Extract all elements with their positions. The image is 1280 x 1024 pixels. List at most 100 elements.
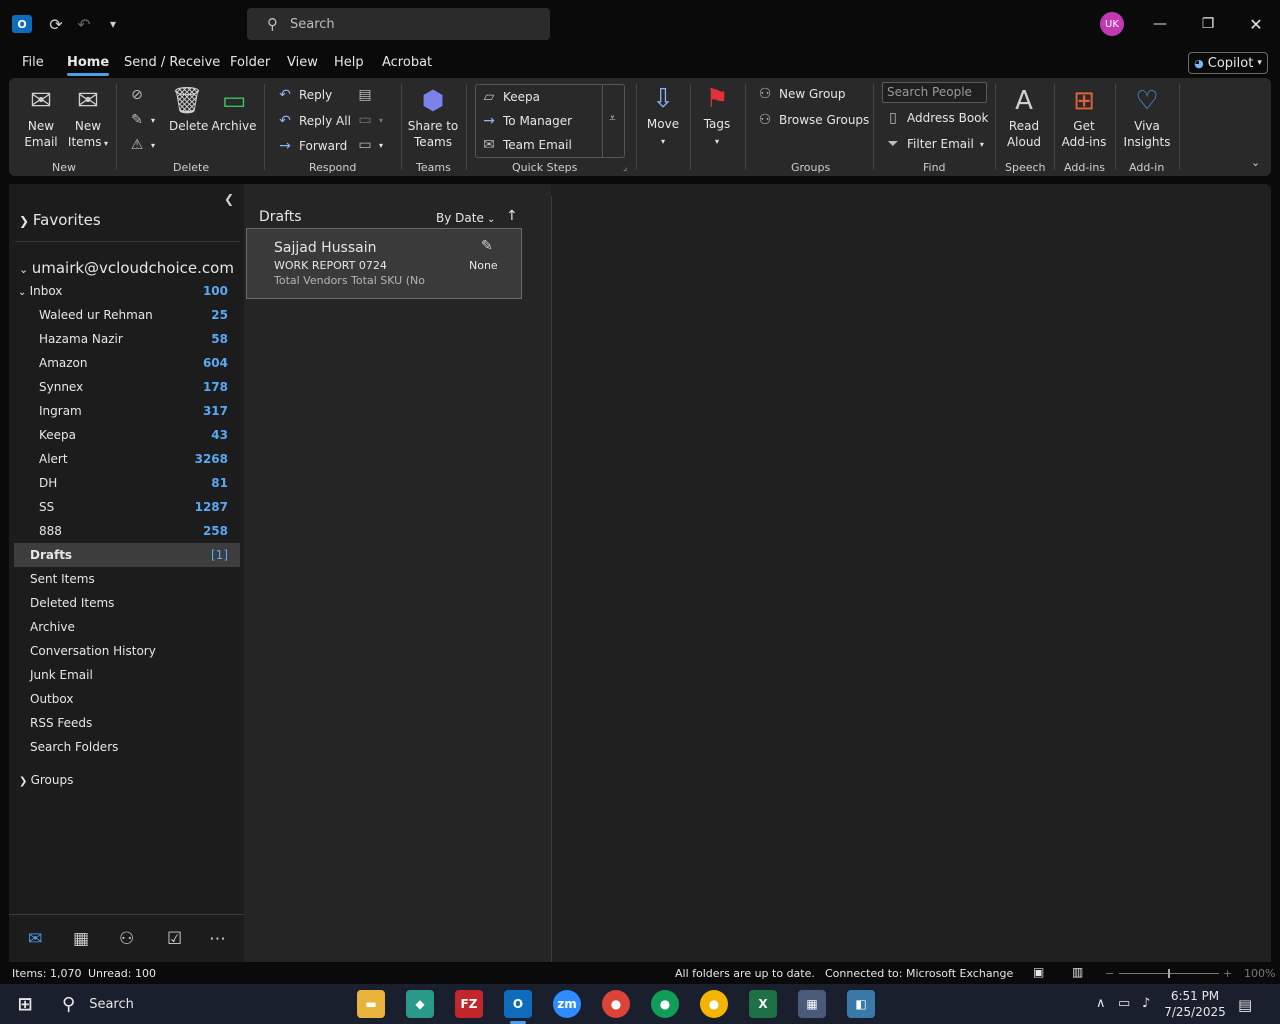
undo-icon[interactable]: ↶ <box>72 12 96 36</box>
quick-step-to-manager[interactable]: → To Manager <box>481 113 572 129</box>
search-input[interactable]: ⚲ Search <box>247 8 550 40</box>
delete-button[interactable]: 🗑 Delete <box>169 86 208 134</box>
app-icon[interactable]: ◆ <box>406 990 434 1018</box>
tab-send-receive[interactable]: Send / Receive <box>124 55 220 70</box>
mail-icon[interactable]: ✉ <box>28 929 42 949</box>
forward-button[interactable]: → Forward <box>277 138 347 154</box>
folder-item[interactable]: RSS Feeds <box>14 711 240 735</box>
folder-item[interactable]: Synnex 178 <box>14 375 240 399</box>
folder-item[interactable]: DH 81 <box>14 471 240 495</box>
ignore-button[interactable]: ⊘ <box>129 87 145 103</box>
folder-item[interactable]: Waleed ur Rehman 25 <box>14 303 240 327</box>
ribbon-expand-icon[interactable]: ⌄ <box>1251 156 1260 169</box>
tasks-icon[interactable]: ☑ <box>167 929 182 949</box>
folder-item[interactable]: Outbox <box>14 687 240 711</box>
folder-item[interactable]: Alert 3268 <box>14 447 240 471</box>
filezilla-icon[interactable]: FZ <box>455 990 483 1018</box>
restore-icon[interactable]: ❐ <box>1196 12 1220 36</box>
search-people-input[interactable]: Search People <box>882 82 987 103</box>
chrome-icon[interactable]: ● <box>700 990 728 1018</box>
folder-item[interactable]: Search Folders <box>14 735 240 759</box>
folder-item[interactable]: Deleted Items <box>14 591 240 615</box>
taskbar-search[interactable]: ⚲ Search <box>62 994 134 1015</box>
notifications-icon[interactable]: ▤ <box>1238 996 1252 1014</box>
zoom-app-icon[interactable]: zm <box>553 990 581 1018</box>
customize-toolbar-icon[interactable]: ▾ <box>101 12 125 36</box>
avatar[interactable]: UK <box>1100 12 1124 36</box>
folder-item[interactable]: Conversation History <box>14 639 240 663</box>
meeting-button[interactable]: ▤ <box>357 87 373 103</box>
windows-start-icon[interactable]: ⊞ <box>11 990 39 1018</box>
zoom-slider-thumb[interactable] <box>1168 969 1170 978</box>
tab-home[interactable]: Home <box>67 55 110 76</box>
outlook-taskbar-icon[interactable]: O <box>504 990 532 1018</box>
clock[interactable]: 6:51 PM 7/25/2025 <box>1160 988 1230 1020</box>
filter-email-button[interactable]: ⏷ Filter Email ▾ <box>885 136 983 152</box>
im-button[interactable]: ▭ ▾ <box>357 112 383 128</box>
browse-groups-button[interactable]: ⚇ Browse Groups <box>757 112 870 128</box>
new-items-button[interactable]: ✉ New Items ▾ <box>67 86 109 152</box>
new-email-button[interactable]: ✉ New Email <box>21 86 61 150</box>
tab-file[interactable]: File <box>22 55 44 70</box>
folder-item[interactable]: Sent Items <box>14 567 240 591</box>
groups-header[interactable]: ❯ Groups <box>19 773 73 787</box>
chrome-icon[interactable]: ● <box>651 990 679 1018</box>
reply-button[interactable]: ↶ Reply <box>277 87 332 103</box>
new-group-button[interactable]: ⚇ New Group <box>757 86 846 102</box>
address-book-button[interactable]: ▯ Address Book <box>885 110 988 126</box>
file-explorer-icon[interactable]: ▬ <box>357 990 385 1018</box>
volume-icon[interactable]: ♪ <box>1142 996 1150 1011</box>
folder-item[interactable]: 888 258 <box>14 519 240 543</box>
sort-dropdown[interactable]: By Date ⌄ <box>436 211 495 225</box>
calendar-icon[interactable]: ▦ <box>73 929 89 949</box>
folder-item[interactable]: Junk Email <box>14 663 240 687</box>
zoom-out-icon[interactable]: − <box>1105 967 1114 980</box>
reading-view-icon[interactable]: ▥ <box>1072 965 1083 979</box>
app-icon[interactable]: ◧ <box>847 990 875 1018</box>
account-header[interactable]: ⌄ umairk@vcloudchoice.com <box>19 259 234 277</box>
calculator-icon[interactable]: ▦ <box>798 990 826 1018</box>
quick-step-team-email[interactable]: ✉ Team Email <box>481 137 572 153</box>
folder-item[interactable]: Keepa 43 <box>14 423 240 447</box>
quick-step-keepa[interactable]: ▱ Keepa <box>481 89 540 105</box>
tab-view[interactable]: View <box>287 55 318 70</box>
people-icon[interactable]: ⚇ <box>119 929 134 949</box>
get-add-ins-button[interactable]: ⊞ Get Add-ins <box>1059 86 1109 150</box>
archive-button[interactable]: ▭ Archive <box>211 86 257 134</box>
close-icon[interactable]: ✕ <box>1244 12 1268 36</box>
read-aloud-button[interactable]: A Read Aloud <box>1001 86 1047 150</box>
collapse-pane-icon[interactable]: ❮ <box>224 192 234 206</box>
dialog-launcher-icon[interactable]: ⌟ <box>623 163 627 173</box>
viva-insights-button[interactable]: ♡ Viva Insights <box>1121 86 1173 150</box>
more-respond-button[interactable]: ▭ ▾ <box>357 137 383 153</box>
sort-direction-icon[interactable]: ↑ <box>506 208 518 224</box>
sync-icon[interactable]: ⟳ <box>44 12 68 36</box>
minimize-icon[interactable]: — <box>1148 12 1172 36</box>
clean-up-button[interactable]: ✎ ▾ <box>129 112 155 128</box>
move-button[interactable]: ⇩ Move ▾ <box>641 84 685 150</box>
network-icon[interactable]: ▭ <box>1118 996 1130 1011</box>
tab-help[interactable]: Help <box>334 55 364 70</box>
reply-all-button[interactable]: ↶ Reply All <box>277 113 351 129</box>
folder-item[interactable]: Archive <box>14 615 240 639</box>
quick-steps-more-icon[interactable]: ⩡ <box>609 111 616 126</box>
copilot-button[interactable]: ◕ Copilot ▾ <box>1188 52 1268 74</box>
more-apps-icon[interactable]: ⋯ <box>209 929 226 949</box>
folder-item[interactable]: Hazama Nazir 58 <box>14 327 240 351</box>
folder-item[interactable]: Amazon 604 <box>14 351 240 375</box>
zoom-in-icon[interactable]: + <box>1223 967 1232 980</box>
message-item[interactable]: Sajjad Hussain WORK REPORT 0724 Total Ve… <box>246 228 522 299</box>
tags-button[interactable]: ⚑ Tags ▾ <box>697 84 737 150</box>
tab-acrobat[interactable]: Acrobat <box>382 55 432 70</box>
folder-item[interactable]: SS 1287 <box>14 495 240 519</box>
zoom-level[interactable]: 100% <box>1244 967 1275 980</box>
tray-overflow-icon[interactable]: ∧ <box>1096 996 1106 1011</box>
tab-folder[interactable]: Folder <box>230 55 270 70</box>
junk-button[interactable]: ⚠ ▾ <box>129 137 155 153</box>
normal-view-icon[interactable]: ▣ <box>1033 965 1044 979</box>
folder-inbox[interactable]: ⌄ Inbox 100 <box>14 279 240 303</box>
favorites-header[interactable]: ❯ Favorites <box>19 211 101 229</box>
folder-drafts[interactable]: Drafts [1] <box>14 543 240 567</box>
chrome-icon[interactable]: ● <box>602 990 630 1018</box>
folder-item[interactable]: Ingram 317 <box>14 399 240 423</box>
